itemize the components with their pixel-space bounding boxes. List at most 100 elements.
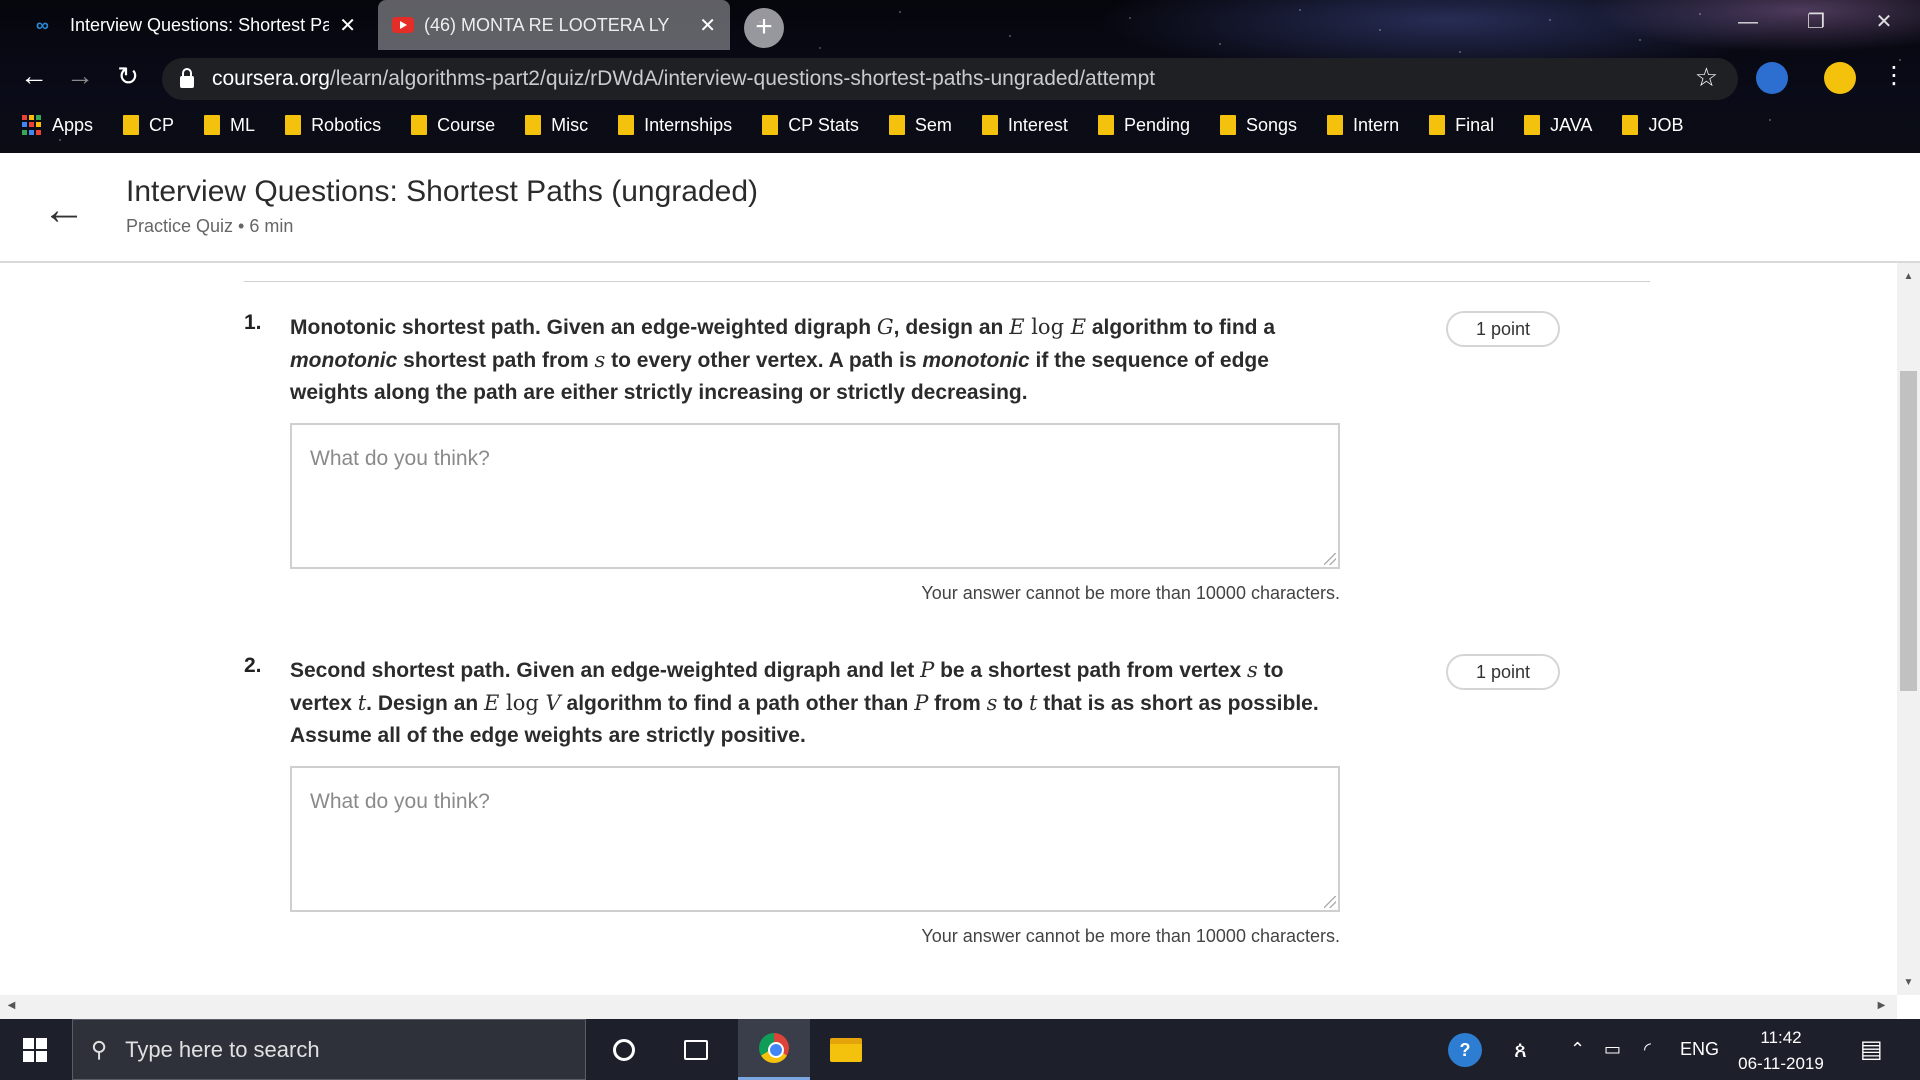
bookmark-label: Songs: [1246, 114, 1298, 135]
chrome-taskbar-button[interactable]: [738, 1019, 810, 1080]
page-title: Interview Questions: Shortest Paths (ung…: [126, 175, 758, 208]
bookmark-folder[interactable]: JOB: [1622, 115, 1683, 136]
math-symbol: s: [1247, 658, 1258, 682]
bookmark-label: Pending: [1123, 114, 1190, 135]
question-text-part: shortest path from: [397, 349, 595, 372]
bookmark-folder[interactable]: Songs: [1220, 115, 1297, 136]
math-symbol: t: [357, 691, 367, 715]
resize-handle-icon[interactable]: [1324, 896, 1336, 908]
math-symbol: V: [545, 691, 561, 715]
coursera-icon: ∞: [36, 15, 49, 35]
bookmarks-bar: Apps CP ML Robotics Course Misc Internsh…: [0, 110, 1920, 140]
bookmark-label: CP: [149, 114, 175, 135]
bookmark-folder[interactable]: Final: [1429, 115, 1494, 136]
page-subtitle: Practice Quiz • 6 min: [126, 216, 294, 236]
taskbar-search[interactable]: ⚲ Type here to search: [72, 1019, 586, 1080]
start-button[interactable]: [0, 1019, 70, 1080]
points-badge: 1 point: [1446, 311, 1560, 347]
bookmark-star-icon[interactable]: ☆: [1695, 62, 1718, 93]
profile-avatar[interactable]: [1824, 62, 1856, 94]
close-tab-icon[interactable]: ✕: [339, 13, 356, 38]
battery-icon[interactable]: ▭: [1604, 1019, 1621, 1080]
question-number: 1.: [244, 311, 262, 334]
windows-logo-icon: [23, 1037, 47, 1062]
horizontal-scrollbar[interactable]: ◀ ▶: [0, 995, 1897, 1019]
bookmark-folder[interactable]: Misc: [525, 115, 588, 136]
bookmark-label: Sem: [914, 114, 952, 135]
cortana-button[interactable]: [588, 1019, 660, 1080]
url-host: coursera.org: [212, 67, 330, 90]
bookmark-folder[interactable]: Interest: [981, 115, 1068, 136]
scroll-up-icon[interactable]: ▲: [1897, 271, 1920, 282]
question-text-part: to: [997, 692, 1029, 715]
chevron-up-icon[interactable]: ⌃: [1570, 1019, 1585, 1080]
bookmark-folder[interactable]: ML: [204, 115, 255, 136]
math-operator: log: [499, 691, 546, 715]
math-symbol: E: [1009, 315, 1025, 339]
bookmark-folder[interactable]: Pending: [1097, 114, 1190, 136]
restore-button[interactable]: ❐: [1788, 0, 1844, 44]
question-text-part: be a shortest path from vertex: [934, 659, 1247, 682]
search-placeholder: Type here to search: [125, 1036, 320, 1062]
task-view-button[interactable]: [660, 1019, 732, 1080]
back-arrow-icon[interactable]: ←: [42, 185, 86, 235]
bookmark-label: Course: [437, 114, 496, 135]
system-clock[interactable]: 11:42 06-11-2019: [1716, 1025, 1846, 1077]
quiz-header: ← Interview Questions: Shortest Paths (u…: [0, 153, 1920, 263]
vertical-scrollbar[interactable]: ▲ ▼: [1897, 263, 1920, 995]
address-bar[interactable]: coursera.org/learn/algorithms-part2/quiz…: [162, 58, 1738, 100]
lock-icon: [180, 68, 194, 88]
forward-icon[interactable]: →: [62, 58, 98, 94]
scroll-down-icon[interactable]: ▼: [1897, 977, 1920, 988]
bookmark-label: Misc: [551, 114, 589, 135]
chrome-icon: [759, 1033, 789, 1063]
language-indicator[interactable]: ENG: [1680, 1019, 1719, 1080]
wifi-icon[interactable]: ◜: [1644, 1019, 1651, 1080]
math-symbol: P: [920, 658, 935, 682]
folder-icon: [1622, 115, 1639, 135]
reload-icon[interactable]: ↻: [110, 58, 146, 94]
close-tab-icon[interactable]: ✕: [699, 13, 716, 38]
new-tab-button[interactable]: +: [744, 8, 784, 48]
help-icon[interactable]: ?: [1448, 1019, 1482, 1080]
bookmark-label: JOB: [1648, 114, 1684, 135]
math-symbol: s: [986, 691, 998, 715]
scroll-right-icon[interactable]: ▶: [1870, 1000, 1893, 1011]
folder-icon: [204, 115, 221, 135]
close-window-button[interactable]: ✕: [1856, 0, 1912, 44]
minimize-button[interactable]: —: [1720, 0, 1776, 44]
people-icon[interactable]: ጰ: [1514, 1019, 1527, 1080]
answer-textarea[interactable]: What do you think?: [290, 766, 1340, 912]
bookmark-folder[interactable]: Internships: [618, 115, 732, 136]
bookmark-folder[interactable]: CP: [123, 115, 174, 136]
math-symbol: E: [484, 691, 500, 715]
question-text-part: algorithm to find a: [1086, 316, 1276, 339]
bookmark-folder[interactable]: JAVA: [1524, 115, 1592, 136]
question-text-part: to every other vertex. A path is: [605, 349, 923, 372]
extension-icon[interactable]: [1756, 62, 1788, 94]
apps-grid-icon: [22, 115, 42, 135]
notifications-icon[interactable]: ▤: [1860, 1019, 1883, 1080]
menu-kebab-icon[interactable]: ⋮: [1876, 58, 1912, 94]
bookmark-folder[interactable]: Sem: [888, 114, 952, 136]
back-icon[interactable]: ←: [16, 58, 52, 94]
question-text-part: algorithm to find a path other than: [560, 692, 915, 715]
bookmark-apps[interactable]: Apps: [22, 115, 93, 136]
scrollbar-thumb[interactable]: [1900, 371, 1917, 691]
tab-active[interactable]: ∞ Interview Questions: Shortest Pat ✕: [22, 0, 370, 50]
answer-placeholder: What do you think?: [310, 790, 490, 813]
emphasis-text: monotonic: [290, 349, 398, 372]
bookmark-folder[interactable]: Course: [411, 115, 495, 136]
question-text-part: Monotonic shortest path. Given an edge-w…: [290, 316, 877, 339]
scroll-left-icon[interactable]: ◀: [0, 1000, 23, 1011]
file-explorer-button[interactable]: [810, 1019, 882, 1080]
bookmark-folder[interactable]: Robotics: [285, 115, 381, 136]
bookmark-folder[interactable]: Intern: [1327, 115, 1399, 136]
bookmark-label: Final: [1455, 114, 1495, 135]
folder-icon: [1327, 115, 1344, 135]
resize-handle-icon[interactable]: [1324, 553, 1336, 565]
taskbar: ⚲ Type here to search ? ጰ ⌃ ▭ ◜ ENG 11:4…: [0, 1019, 1920, 1080]
answer-textarea[interactable]: What do you think?: [290, 423, 1340, 569]
bookmark-folder[interactable]: CP Stats: [762, 115, 859, 136]
tab-inactive[interactable]: (46) MONTA RE LOOTERA LY ✕: [378, 0, 730, 50]
